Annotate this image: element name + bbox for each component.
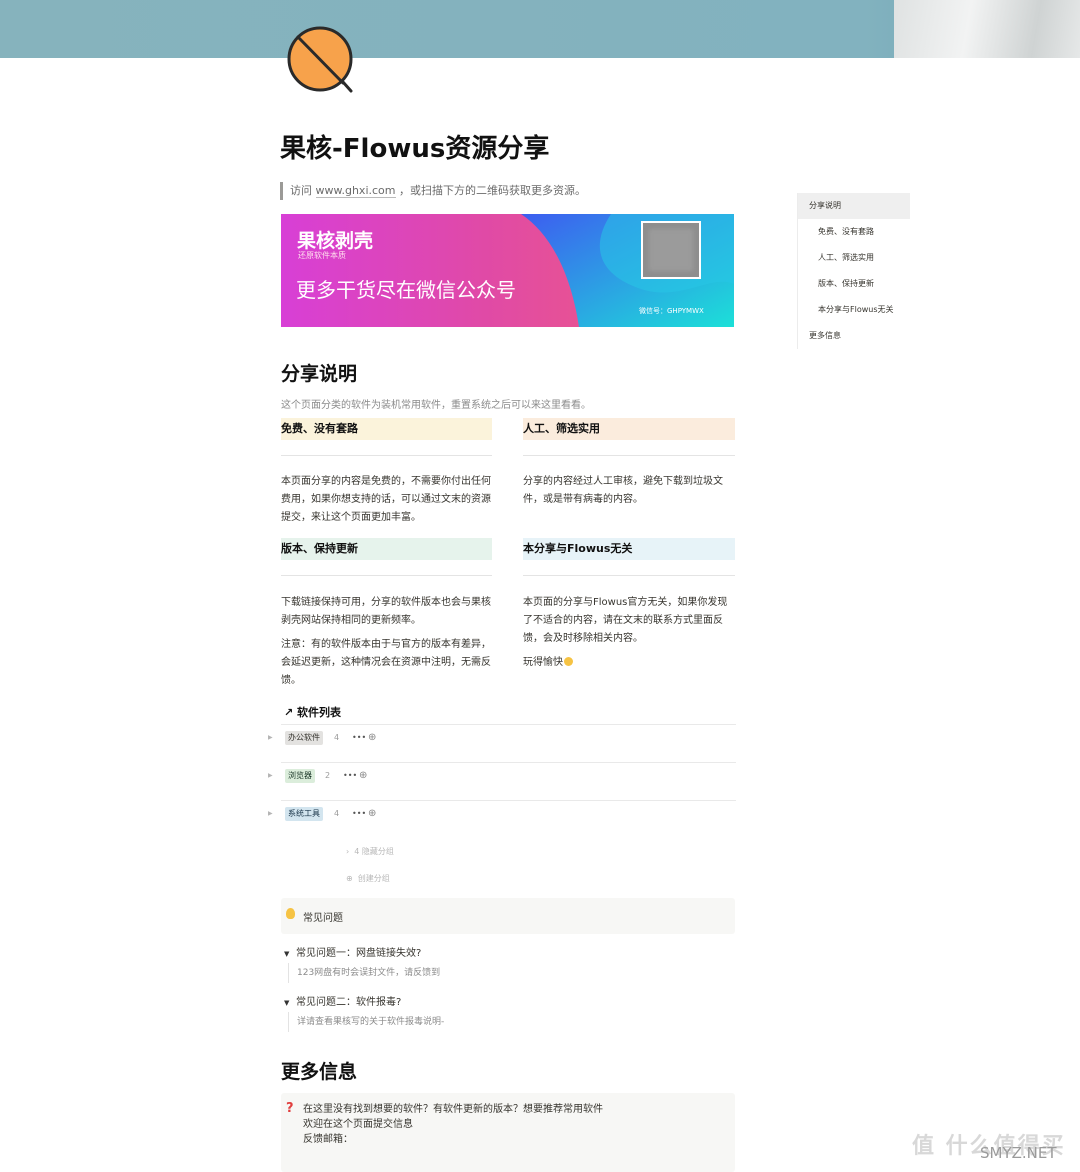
page-icon[interactable] — [285, 25, 357, 95]
card-text-manual: 分享的内容经过人工审核，避免下载到垃圾文件，或是带有病毒的内容。 — [523, 476, 723, 505]
expand-triangle-icon[interactable]: ▶ — [268, 769, 273, 783]
group-count: 2 — [325, 771, 331, 780]
card-title-free: 免费、没有套路 — [281, 418, 492, 440]
banner-subtitle: 还原软件本质 — [298, 251, 346, 260]
more-info-line: 在这里没有找到想要的软件？有软件更新的版本？想要推荐常用软件 — [303, 1104, 603, 1115]
card-enjoy: 玩得愉快 — [523, 654, 735, 672]
more-options-icon[interactable]: ••• — [352, 807, 366, 821]
hidden-groups-toggle[interactable]: › 4 隐藏分组 — [346, 846, 394, 857]
faq-toggle-1[interactable]: ▼ 常见问题一：网盘链接失效? — [284, 944, 421, 959]
divider — [281, 575, 492, 576]
more-info-callout: ? 在这里没有找到想要的软件？有软件更新的版本？想要推荐常用软件 欢迎在这个页面… — [281, 1093, 735, 1172]
group-tag: 系统工具 — [285, 807, 323, 821]
site-link[interactable]: www.ghxi.com — [315, 184, 396, 198]
question-mark-icon: ? — [286, 1101, 294, 1116]
card-text-version: 下载链接保持可用，分享的软件版本也会与果核剥壳网站保持相同的更新频率。 — [281, 597, 491, 626]
toggle-caret-icon[interactable]: ▼ — [284, 950, 296, 958]
faq-answer-1: 123网盘有时会误封文件，请反馈到 — [288, 963, 440, 983]
faq-callout: 常见问题 — [281, 898, 735, 934]
expand-triangle-icon[interactable]: ▶ — [268, 731, 273, 745]
heading-share: 分享说明 — [281, 363, 358, 385]
software-list-title[interactable]: ↗ 软件列表 — [284, 704, 341, 720]
toc-item-manual[interactable]: 人工、筛选实用 — [798, 245, 910, 271]
group-count: 4 — [334, 733, 340, 742]
more-info-line: 欢迎在这个页面提交信息 — [303, 1119, 413, 1130]
divider — [523, 575, 735, 576]
create-group-button[interactable]: ⊕ 创建分组 — [346, 873, 390, 884]
divider — [281, 762, 736, 763]
toc-item-share[interactable]: 分享说明 — [798, 193, 910, 219]
group-tag: 浏览器 — [285, 769, 315, 783]
divider — [281, 455, 492, 456]
card-title-manual: 人工、筛选实用 — [523, 418, 735, 440]
smile-emoji-icon — [564, 657, 573, 666]
toggle-caret-icon[interactable]: ▼ — [284, 999, 296, 1007]
divider — [523, 455, 735, 456]
qr-code — [641, 221, 701, 279]
banner-title: 果核剥壳 — [297, 230, 374, 252]
lightbulb-icon — [286, 908, 295, 919]
watermark-brand: SMYZ.NET — [980, 1144, 1057, 1162]
faq-toggle-2[interactable]: ▼ 常见问题二：软件报毒? — [284, 993, 401, 1008]
toc-item-free[interactable]: 免费、没有套路 — [798, 219, 910, 245]
card-text-unrelated: 本页面的分享与Flowus官方无关，如果你发现了不适合的内容，请在文末的联系方式… — [523, 597, 728, 644]
expand-triangle-icon[interactable]: ▶ — [268, 807, 273, 821]
promo-banner: 果核剥壳 还原软件本质 更多干货尽在微信公众号 微信号：GHPYMWX — [281, 214, 734, 327]
add-icon[interactable]: ⊕ — [368, 807, 376, 821]
card-text-free: 本页面分享的内容是免费的，不需要你付出任何费用，如果你想支持的话，可以通过文末的… — [281, 476, 491, 523]
more-options-icon[interactable]: ••• — [343, 769, 357, 783]
heading-more-info: 更多信息 — [281, 1061, 358, 1083]
toc-item-more[interactable]: 更多信息 — [798, 323, 910, 349]
group-count: 4 — [334, 809, 340, 818]
cover-image — [0, 0, 1080, 58]
banner-slogan: 更多干货尽在微信公众号 — [296, 278, 516, 302]
card-note-version: 注意：有的软件版本由于与官方的版本有差异，会延迟更新，这种情况会在资源中注明，无… — [281, 639, 491, 686]
card-title-unrelated: 本分享与Flowus无关 — [523, 538, 735, 560]
divider — [281, 800, 736, 801]
intro-quote: 访问 www.ghxi.com ，或扫描下方的二维码获取更多资源。 — [280, 182, 586, 200]
share-intro: 这个页面分类的软件为装机常用软件，重置系统之后可以来这里看看。 — [281, 400, 591, 411]
toc-item-unrelated[interactable]: 本分享与Flowus无关 — [798, 297, 910, 323]
more-options-icon[interactable]: ••• — [352, 731, 366, 745]
page-title: 果核-Flowus资源分享 — [280, 134, 550, 164]
card-title-version: 版本、保持更新 — [281, 538, 492, 560]
toc-item-version[interactable]: 版本、保持更新 — [798, 271, 910, 297]
table-of-contents: 分享说明 免费、没有套路 人工、筛选实用 版本、保持更新 本分享与Flowus无… — [797, 193, 910, 349]
divider — [281, 724, 736, 725]
more-info-line: 反馈邮箱： — [303, 1134, 353, 1145]
cover-texture — [894, 0, 1080, 58]
add-icon[interactable]: ⊕ — [368, 731, 376, 745]
wechat-id: 微信号：GHPYMWX — [639, 307, 704, 315]
add-icon[interactable]: ⊕ — [359, 769, 367, 783]
faq-answer-2: 详请查看果核写的关于软件报毒说明- — [288, 1012, 444, 1032]
group-tag: 办公软件 — [285, 731, 323, 745]
